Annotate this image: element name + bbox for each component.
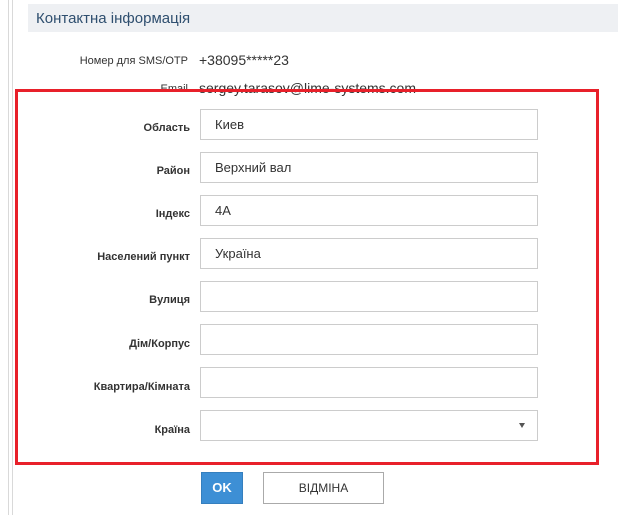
ok-button[interactable]: OK [201,472,243,504]
left-divider-outer [8,0,9,515]
sms-label: Номер для SMS/OTP [79,55,188,67]
highlight-box [15,89,599,465]
section-title: Контактна інформація [36,10,191,27]
contact-info-page: Контактна інформація Номер для SMS/OTP +… [0,0,637,515]
cancel-button[interactable]: ВІДМІНА [263,472,384,504]
sms-value: +38095*****23 [199,52,289,68]
